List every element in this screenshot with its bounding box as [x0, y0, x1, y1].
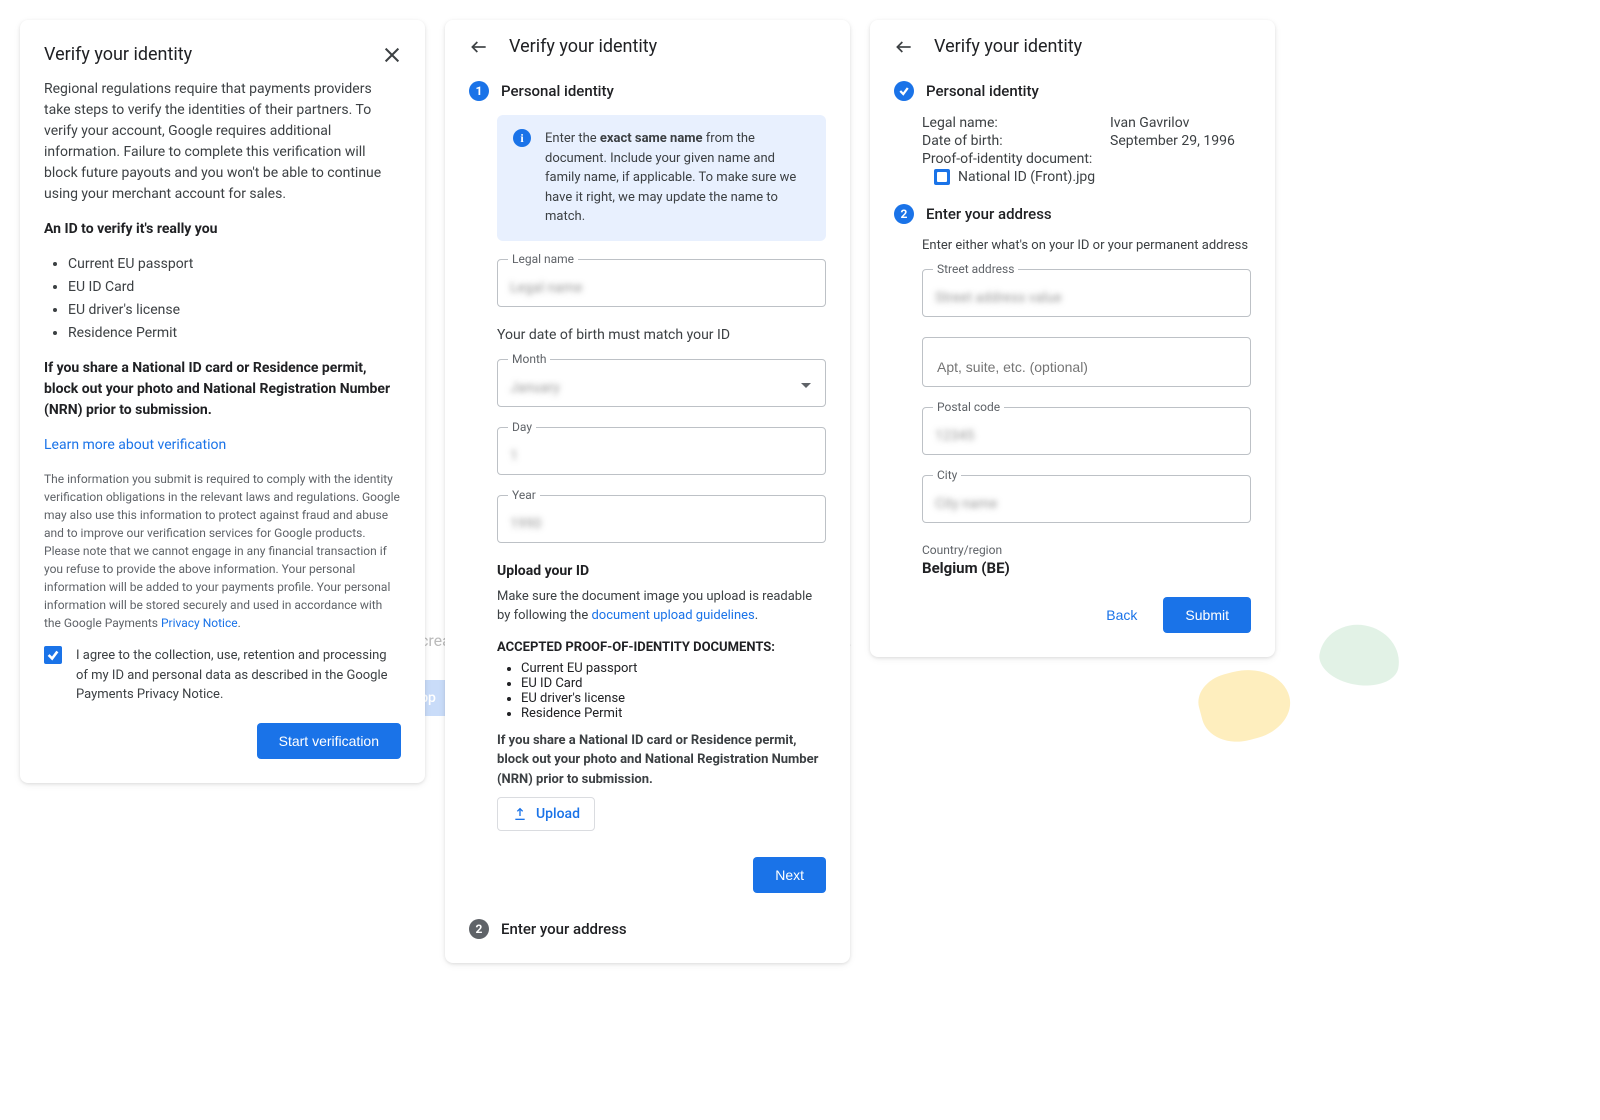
postal-code-field[interactable]: Postal code 12345: [922, 407, 1251, 455]
upload-heading: Upload your ID: [497, 563, 826, 579]
dialog-title: Verify your identity: [934, 36, 1082, 57]
list-item: Residence Permit: [68, 323, 401, 344]
upload-button[interactable]: Upload: [497, 797, 595, 831]
dialog-title: Verify your identity: [509, 36, 657, 57]
step-title: Enter your address: [926, 205, 1052, 223]
month-select[interactable]: Month January: [497, 359, 826, 407]
id-list: Current EU passport EU ID Card EU driver…: [44, 254, 401, 344]
back-button[interactable]: Back: [1100, 606, 1143, 624]
step-number-icon: 1: [469, 81, 489, 101]
year-field[interactable]: Year 1990: [497, 495, 826, 543]
step-number-icon: 2: [894, 204, 914, 224]
step-title: Personal identity: [926, 82, 1039, 100]
accepted-docs-heading: ACCEPTED PROOF-OF-IDENTITY DOCUMENTS:: [497, 640, 826, 655]
step-complete-icon: [894, 81, 914, 101]
intro-text: Regional regulations require that paymen…: [44, 79, 401, 205]
submit-button[interactable]: Submit: [1163, 597, 1251, 633]
info-icon: i: [513, 129, 531, 147]
next-button[interactable]: Next: [753, 857, 826, 893]
day-field[interactable]: Day 1: [497, 427, 826, 475]
verify-intro-dialog: Verify your identity Regional regulation…: [20, 20, 425, 783]
step-number-icon: 2: [469, 919, 489, 939]
identity-summary: Legal name:Ivan Gavrilov Date of birth:S…: [922, 115, 1251, 186]
legal-name-field[interactable]: Legal name Legal name: [497, 259, 826, 307]
country-label: Country/region: [922, 543, 1251, 557]
privacy-notice-link[interactable]: Privacy Notice: [161, 616, 238, 630]
legal-fineprint: The information you submit is required t…: [44, 470, 401, 632]
list-item: EU driver's license: [68, 300, 401, 321]
bg-shape: [1192, 660, 1297, 751]
field-label: Year: [508, 488, 540, 502]
upload-note: Make sure the document image you upload …: [497, 587, 826, 626]
verify-step2-panel: Verify your identity Personal identity L…: [870, 20, 1275, 657]
close-icon[interactable]: [383, 46, 401, 64]
field-label: Street address: [933, 262, 1018, 276]
back-icon[interactable]: [469, 37, 489, 57]
step-title: Enter your address: [501, 920, 627, 938]
field-label: Postal code: [933, 400, 1004, 414]
apt-input[interactable]: [935, 358, 1238, 376]
field-label: Legal name: [508, 252, 578, 266]
start-verification-button[interactable]: Start verification: [257, 723, 401, 759]
consent-text: I agree to the collection, use, retentio…: [76, 646, 401, 705]
info-callout: i Enter the exact same name from the doc…: [497, 115, 826, 241]
back-icon[interactable]: [894, 37, 914, 57]
country-value: Belgium (BE): [922, 559, 1251, 577]
bg-shape: [1315, 619, 1404, 692]
field-label: Month: [508, 352, 550, 366]
uploaded-file-name: National ID (Front).jpg: [958, 169, 1095, 185]
verify-step1-panel: Verify your identity 1 Personal identity…: [445, 20, 850, 963]
list-item: Current EU passport: [68, 254, 401, 275]
list-item: Residence Permit: [521, 706, 826, 721]
list-item: Current EU passport: [521, 661, 826, 676]
id-heading: An ID to verify it's really you: [44, 221, 218, 237]
blockout-note: If you share a National ID card or Resid…: [44, 360, 390, 418]
address-helper: Enter either what's on your ID or your p…: [922, 238, 1251, 253]
field-label: Day: [508, 420, 536, 434]
upload-guidelines-link[interactable]: document upload guidelines: [591, 608, 754, 623]
apt-field[interactable]: [922, 337, 1251, 387]
city-field[interactable]: City City name: [922, 475, 1251, 523]
field-label: City: [933, 468, 961, 482]
learn-more-link[interactable]: Learn more about verification: [44, 437, 226, 453]
dob-helper: Your date of birth must match your ID: [497, 327, 826, 343]
list-item: EU ID Card: [521, 676, 826, 691]
consent-checkbox[interactable]: [44, 646, 62, 664]
blockout-note: If you share a National ID card or Resid…: [497, 733, 818, 787]
street-address-field[interactable]: Street address Street address value: [922, 269, 1251, 317]
list-item: EU driver's license: [521, 691, 826, 706]
id-list: Current EU passport EU ID Card EU driver…: [497, 661, 826, 721]
step-title: Personal identity: [501, 82, 614, 100]
list-item: EU ID Card: [68, 277, 401, 298]
upload-icon: [512, 806, 528, 822]
dialog-title: Verify your identity: [44, 44, 192, 65]
image-file-icon: [934, 169, 950, 185]
